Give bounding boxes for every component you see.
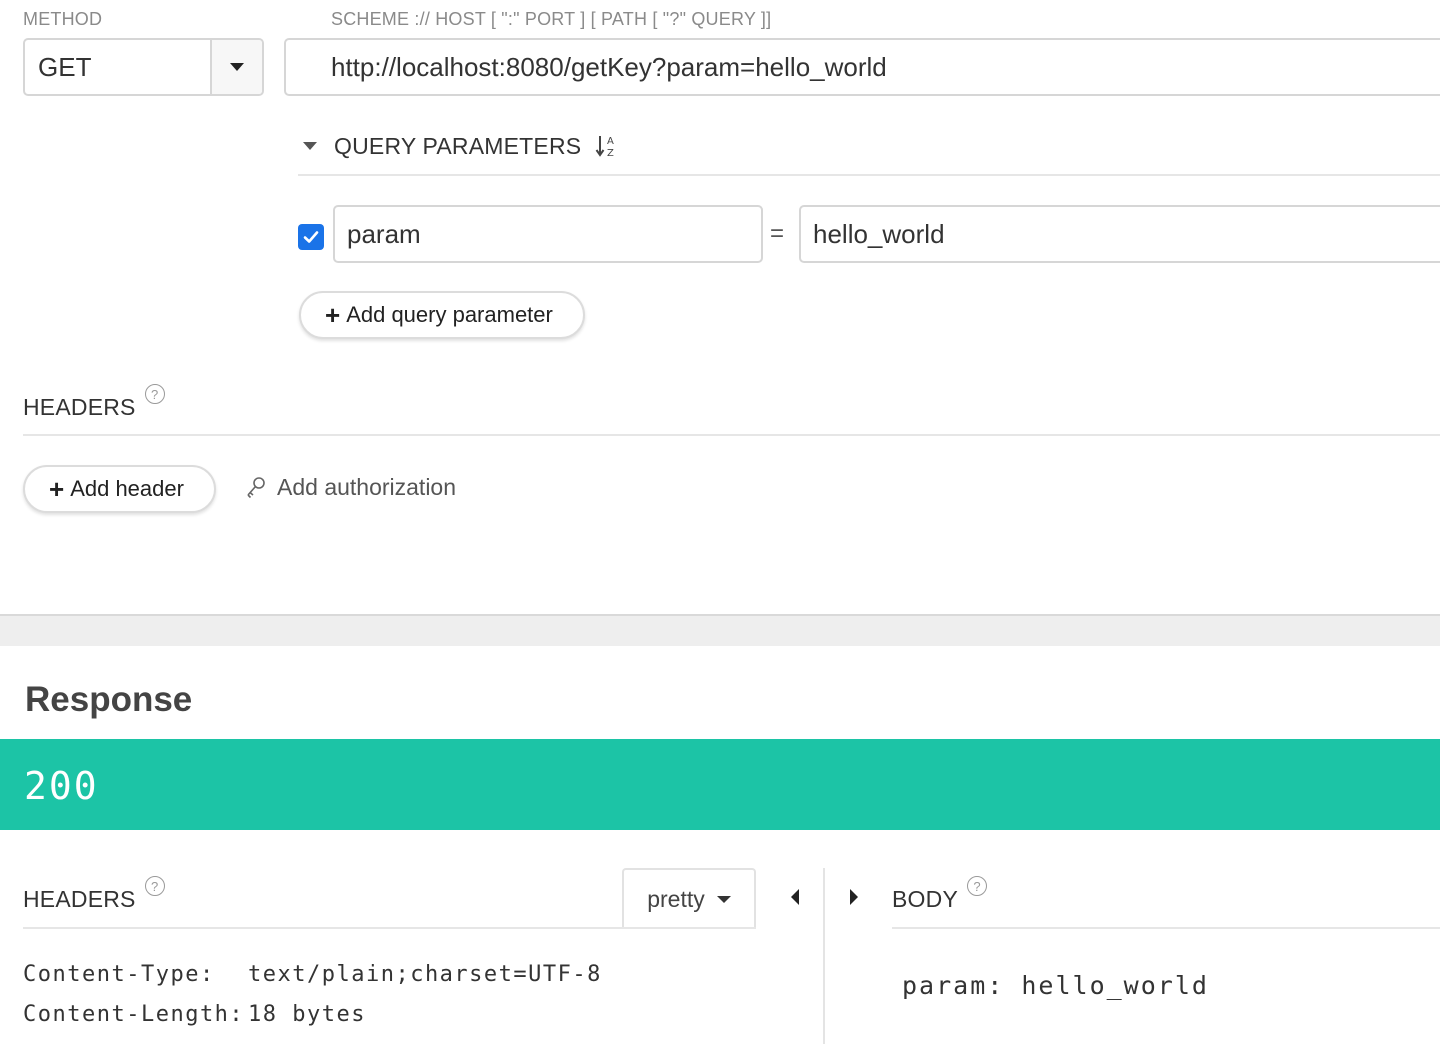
add-query-parameter-button[interactable]: + Add query parameter [299, 291, 585, 339]
request-headers-title: HEADERS [23, 394, 136, 420]
query-parameters-header[interactable]: QUERY PARAMETERS A Z [300, 128, 619, 164]
add-query-parameter-label: Add query parameter [346, 302, 553, 327]
param-equals-sign: = [770, 220, 785, 247]
request-headers-divider [23, 434, 1440, 436]
add-authorization-label: Add authorization [277, 474, 457, 500]
response-headers-title: HEADERS [23, 886, 136, 912]
caret-down-icon[interactable] [303, 142, 317, 150]
key-icon [247, 476, 265, 498]
format-select-value: pretty [647, 886, 705, 912]
method-value: GET [38, 51, 92, 82]
param-value-input[interactable] [799, 205, 1440, 263]
query-parameters-title: QUERY PARAMETERS [334, 132, 582, 159]
add-header-label: Add header [70, 476, 184, 501]
request-headers-header: HEADERS ? [23, 384, 165, 421]
question-circle-icon[interactable]: ? [144, 384, 165, 404]
plus-icon: + [325, 300, 341, 330]
method-label: METHOD [23, 9, 103, 29]
body-header: BODY ? [892, 876, 987, 913]
url-label: SCHEME :// HOST [ ":" PORT ] [ PATH [ "?… [331, 9, 772, 29]
panel-divider[interactable] [823, 868, 825, 1044]
response-headers-header: HEADERS ? [23, 876, 165, 913]
response-title: Response [25, 680, 193, 719]
header-value: text/plain;charset=UTF-8 [248, 962, 602, 987]
checkmark-icon [303, 231, 319, 243]
question-circle-icon[interactable]: ? [966, 876, 987, 896]
caret-down-icon [230, 63, 244, 71]
sort-alpha-icon[interactable]: A Z [595, 133, 619, 159]
method-select[interactable]: GET [23, 38, 264, 96]
section-divider [0, 614, 1440, 646]
method-dropdown-button[interactable] [210, 40, 262, 94]
param-enabled-checkbox[interactable] [298, 224, 324, 250]
param-name-input[interactable] [333, 205, 763, 263]
svg-text:Z: Z [607, 148, 614, 159]
caret-right-icon[interactable] [850, 889, 858, 905]
svg-text:A: A [607, 136, 614, 147]
response-body-content: param: hello_world [902, 971, 1209, 1000]
caret-down-icon [716, 896, 731, 903]
response-headers-divider [23, 927, 756, 929]
header-value: 18 bytes [248, 1002, 366, 1027]
body-title: BODY [892, 886, 958, 912]
header-row: Content-Type: [23, 962, 215, 987]
header-row: Content-Length: [23, 1002, 244, 1027]
caret-left-icon[interactable] [791, 889, 799, 905]
header-name: Content-Type: [23, 962, 215, 987]
header-name: Content-Length: [23, 1002, 245, 1027]
format-select[interactable]: pretty [622, 868, 756, 929]
add-authorization-link[interactable]: Add authorization [245, 474, 456, 501]
add-header-button[interactable]: + Add header [23, 465, 216, 513]
question-circle-icon[interactable]: ? [144, 876, 165, 896]
plus-icon: + [49, 474, 65, 504]
url-input[interactable] [284, 38, 1440, 96]
body-divider [892, 927, 1440, 929]
status-code: 200 [24, 764, 99, 808]
status-bar [0, 739, 1440, 830]
query-parameters-divider [298, 174, 1440, 176]
